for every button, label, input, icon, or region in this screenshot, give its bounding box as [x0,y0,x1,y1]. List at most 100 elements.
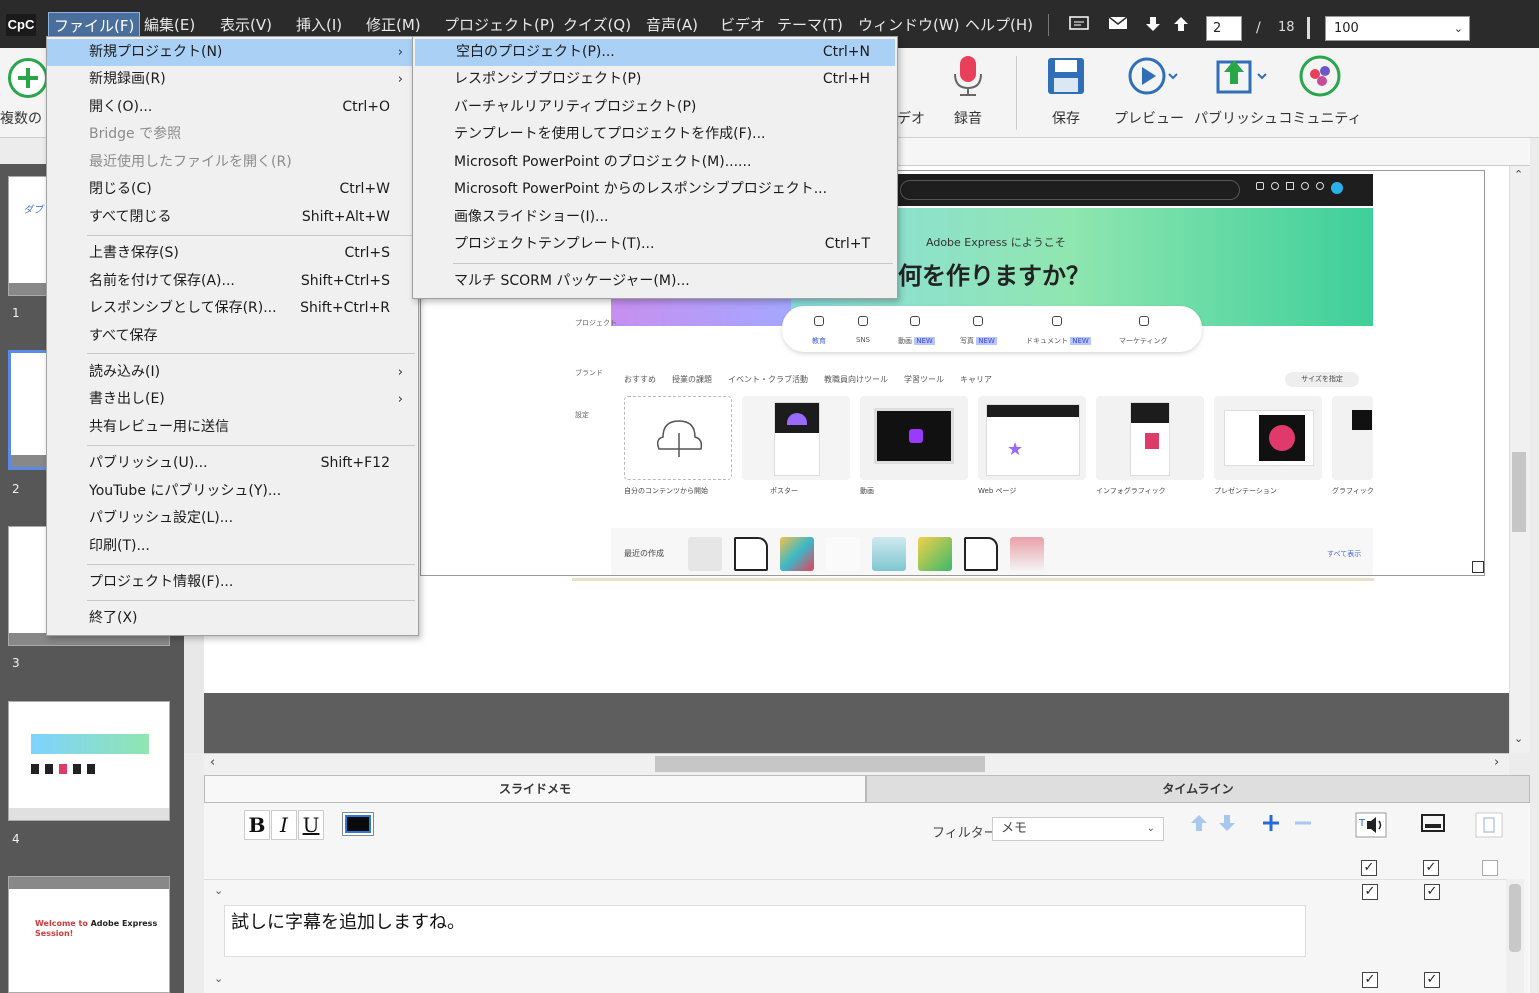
menu-item-publish-youtube[interactable]: YouTube にパブリッシュ(Y)... [47,478,416,505]
add-note-icon[interactable] [1258,812,1284,840]
checkbox[interactable] [1423,860,1439,876]
italic-button[interactable]: I [271,810,297,840]
submenu-item-vr-project[interactable]: バーチャルリアリティプロジェクト(P) [413,94,895,121]
checkbox[interactable] [1424,884,1440,900]
chevron-down-icon: ⌄ [1146,823,1155,834]
menu-item-save-responsive[interactable]: レスポンシブとして保存(R)... Shift+Ctrl+R [47,295,416,322]
submenu-item-powerpoint-project[interactable]: Microsoft PowerPoint のプロジェクト(M)...... [413,149,895,176]
arrow-down-icon[interactable] [1142,16,1164,34]
scroll-left-icon[interactable]: ‹ [210,755,215,770]
ribbon-video-label: デオ [897,111,925,127]
screenshot-side-item: 設定 [575,411,589,419]
menu-item-exit[interactable]: 終了(X) [47,605,416,632]
menu-audio[interactable]: 音声(A) [641,12,703,38]
submenu-item-image-slideshow[interactable]: 画像スライドショー(I)... [413,204,895,231]
submenu-item-blank-project[interactable]: 空白のプロジェクト(P)... Ctrl+N [415,39,895,66]
menu-item-save[interactable]: 上書き保存(S) Ctrl+S [47,240,416,267]
move-down-icon[interactable] [1214,812,1240,840]
text-to-speech-icon[interactable]: T [1355,812,1387,840]
menu-quiz[interactable]: クイズ(Q) [558,12,636,38]
checkbox[interactable] [1362,884,1378,900]
submenu-item-from-template[interactable]: テンプレートを使用してプロジェクトを作成(F)... [413,121,895,148]
submenu-item-project-template[interactable]: プロジェクトテンプレート(T)... Ctrl+T [413,231,895,258]
underline-button[interactable]: U [298,810,324,840]
remove-note-icon[interactable] [1290,812,1316,840]
record-audio-button[interactable]: 録音 [926,54,1010,128]
add-slide-icon[interactable] [8,58,48,98]
menu-item-new-recording[interactable]: 新規録画(R) › [47,66,416,93]
checkbox[interactable] [1361,860,1377,876]
chevron-down-icon[interactable]: ⌄ [214,972,223,985]
menu-video[interactable]: ビデオ [715,12,770,38]
tab-timeline[interactable]: タイムライン [866,775,1530,803]
menu-item-export[interactable]: 書き出し(E) › [47,386,416,413]
app-logo[interactable]: CpC [6,14,36,36]
menu-item-project-info[interactable]: プロジェクト情報(F)... [47,569,416,596]
play-icon [1127,54,1178,98]
menu-help[interactable]: ヘルプ(H) [960,12,1038,38]
film-icon[interactable] [1474,812,1504,840]
menu-edit[interactable]: 編集(E) [139,12,200,38]
scrollbar-thumb[interactable] [1512,452,1526,532]
menubar-separator [1307,17,1310,39]
record-audio-label: 録音 [954,111,982,127]
move-up-icon[interactable] [1186,812,1212,840]
arrow-up-icon[interactable] [1170,16,1192,34]
submenu-item-powerpoint-responsive[interactable]: Microsoft PowerPoint からのレスポンシブプロジェクト... [413,176,895,203]
caption-icon[interactable] [1068,16,1090,34]
menu-item-close-all[interactable]: すべて閉じる Shift+Alt+W [47,204,416,231]
publish-button[interactable]: パブリッシュ [1194,54,1278,128]
slide-thumbnail[interactable] [8,701,170,821]
scrollbar-thumb[interactable] [655,756,985,772]
slide-thumbnail[interactable]: Welcome to Adobe Express Session! [8,876,170,993]
menu-item-open[interactable]: 開く(O)... Ctrl+O [47,94,416,121]
resize-handle[interactable] [1472,561,1484,573]
screenshot-card-label: グラフィック [1332,487,1374,495]
menu-item-save-as[interactable]: 名前を付けて保存(A)... Shift+Ctrl+S [47,268,416,295]
menu-item-publish-settings[interactable]: パブリッシュ設定(L)... [47,505,416,532]
scrollbar-thumb[interactable] [1509,884,1521,952]
scroll-right-icon[interactable]: › [1494,755,1499,770]
chevron-down-icon[interactable]: ⌄ [214,884,223,897]
submenu-item-responsive-project[interactable]: レスポンシブプロジェクト(P) Ctrl+H [413,66,895,93]
caption-textarea[interactable]: 試しに字幕を追加しますね。 [224,905,1306,957]
menu-item-import[interactable]: 読み込み(I) › [47,359,416,386]
checkbox[interactable] [1424,972,1440,988]
menu-file[interactable]: ファイル(F) [48,12,141,38]
submenu-item-multi-scorm[interactable]: マルチ SCORM パッケージャー(M)... [413,268,895,295]
mail-icon[interactable] [1107,16,1129,34]
menubar-separator [1048,14,1049,36]
community-button[interactable]: コミュニティ [1278,54,1362,128]
menu-separator [87,235,415,236]
svg-text:T: T [1358,818,1366,829]
menu-item-publish[interactable]: パブリッシュ(U)... Shift+F12 [47,450,416,477]
slide-divider [572,578,1374,581]
filter-select[interactable]: メモ ⌄ [992,817,1164,841]
menu-item-new-project[interactable]: 新規プロジェクト(N) › [47,39,416,66]
tab-slide-notes[interactable]: スライドメモ [204,775,866,803]
page-number-input[interactable]: 2 [1206,16,1242,41]
menu-item-close[interactable]: 閉じる(C) Ctrl+W [47,176,416,203]
scroll-down-icon[interactable]: ⌄ [1514,732,1523,745]
bold-button[interactable]: B [244,810,270,840]
menu-modify[interactable]: 修正(M) [361,12,426,38]
screenshot-tab: 動画 NEW [898,337,935,345]
checkbox[interactable] [1482,860,1498,876]
checkbox[interactable] [1362,972,1378,988]
menu-item-print[interactable]: 印刷(T)... [47,533,416,560]
menu-window[interactable]: ウィンドウ(W) [853,12,965,38]
scroll-up-icon[interactable]: ⌃ [1514,168,1523,181]
screenshot-card [860,396,968,480]
menu-theme[interactable]: テーマ(T) [772,12,848,38]
closed-caption-icon[interactable] [1418,812,1448,840]
menu-view[interactable]: 表示(V) [215,12,277,38]
menu-insert[interactable]: 挿入(I) [291,12,347,38]
preview-button[interactable]: プレビュー [1107,54,1191,128]
menu-item-send-review[interactable]: 共有レビュー用に送信 [47,414,416,441]
screenshot-card [624,396,732,480]
zoom-select[interactable]: 100 ⌄ [1325,16,1470,41]
menu-item-save-all[interactable]: すべて保存 [47,323,416,350]
zoom-value: 100 [1334,21,1359,36]
menu-project[interactable]: プロジェクト(P) [439,12,560,38]
save-button[interactable]: 保存 [1024,54,1108,128]
